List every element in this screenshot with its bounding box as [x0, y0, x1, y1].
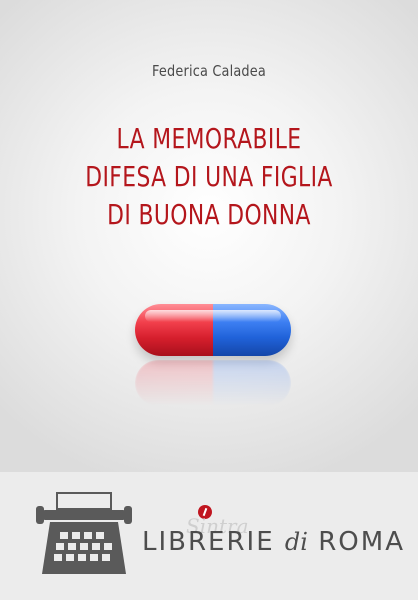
brand-word-roma: ROMA	[318, 527, 405, 557]
brand-word-di: di	[284, 528, 308, 556]
typewriter-icon	[36, 492, 132, 574]
publisher-logo-text: LIBRERIE di ROMA	[142, 527, 405, 557]
title-line-2: DIFESA DI UNA FIGLIA	[85, 160, 333, 193]
pill-icon	[135, 304, 291, 356]
title-line-1: LA MEMORABILE	[116, 122, 302, 155]
title-line-3: DI BUONA DONNA	[107, 198, 311, 231]
book-title: LA MEMORABILE DIFESA DI UNA FIGLIA DI BU…	[46, 120, 372, 234]
brand-word-librerie: LIBRERIE	[142, 527, 275, 557]
pill-reflection	[135, 360, 291, 406]
author-name: Federica Caladea	[152, 62, 266, 80]
book-cover: Federica Caladea LA MEMORABILE DIFESA DI…	[0, 0, 418, 472]
